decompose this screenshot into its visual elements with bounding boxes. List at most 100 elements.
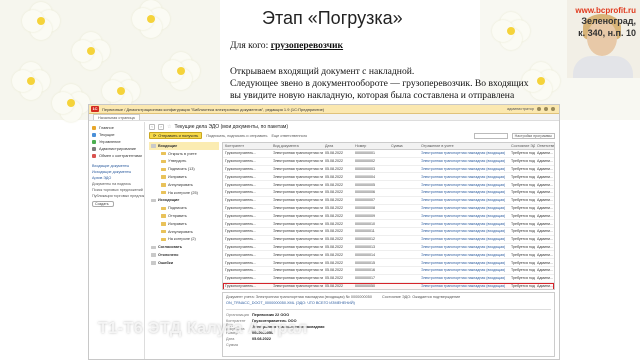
favorite-star-icon[interactable]: ☆ (167, 124, 171, 130)
sidebar-item[interactable]: Текущие (89, 131, 144, 138)
column-header[interactable]: Контрагент (223, 143, 271, 149)
table-cell: 0000000011 (355, 229, 375, 234)
tree-node[interactable]: Исправить (149, 173, 219, 181)
sidebar-item[interactable]: Главное (89, 124, 144, 131)
table-row[interactable]: Грузополучатель... Электронная транспортн… (223, 166, 554, 174)
column-header[interactable]: Номер (353, 143, 389, 149)
settings-button[interactable]: Настройки программы (511, 132, 555, 139)
table-cell: 0000000008 (355, 205, 375, 210)
table-cell: Электронная транспортная накладная (273, 229, 323, 234)
table-header: Контрагент Вид документа Дата Номер Сумма Отр… (223, 143, 554, 150)
document-link[interactable]: Электронная транспортная накладная (вход… (421, 284, 505, 288)
table-cell: Электронная транспортная накладная (вход… (419, 268, 509, 272)
tree-node[interactable]: Исходящие (149, 197, 219, 205)
table-row[interactable]: Грузополучатель... Электронная транспортн… (223, 205, 554, 213)
sign-send-link[interactable]: Подписать, подписать и отправить (206, 134, 267, 138)
sidebar-link[interactable]: Публикация торговых предложений (89, 193, 144, 199)
table-row[interactable]: Грузополучатель... Электронная транспортн… (223, 158, 554, 166)
table-row[interactable]: Грузополучатель... Электронная транспортн… (223, 212, 554, 221)
document-link[interactable]: Электронная транспортная накладная (вход… (421, 261, 505, 265)
column-header[interactable]: Вид документа (271, 143, 323, 149)
current-user[interactable]: администратор (507, 107, 534, 111)
document-link[interactable]: Электронная транспортная накладная (вход… (421, 229, 505, 233)
send-receive-button[interactable]: ⟳ Отправить и получить (149, 132, 203, 139)
table-row[interactable]: Грузополучатель... Электронная транспортн… (223, 173, 554, 182)
close-icon[interactable] (551, 107, 555, 111)
document-link[interactable]: Электронная транспортная накладная (вход… (421, 175, 505, 179)
responsible-link[interactable]: Еще ответственного (271, 134, 307, 138)
document-link[interactable]: Электронная транспортная накладная (вход… (421, 237, 505, 241)
table-cell: 05.08.2022 (325, 198, 343, 203)
tree-node[interactable]: Подписать (149, 204, 219, 212)
column-header[interactable]: Сумма (389, 143, 419, 149)
table-row[interactable]: Грузополучатель... Электронная транспортн… (223, 189, 554, 197)
table-row[interactable]: Грузополучатель... Электронная транспортн… (223, 251, 554, 260)
table-row[interactable]: Грузополучатель... Электронная транспортн… (223, 150, 554, 158)
search-input[interactable] (473, 132, 508, 139)
column-header[interactable]: Состояние ЭДО (509, 143, 535, 149)
sidebar-item-label: Текущие (99, 132, 115, 137)
column-header[interactable]: Дата (323, 143, 353, 149)
column-header[interactable]: Отражение в учете (419, 143, 509, 149)
tree-node[interactable]: Подписать (13) (149, 165, 219, 173)
table-cell: 05.08.2022 (325, 205, 343, 210)
sidebar-item[interactable]: Администрирование (89, 145, 144, 152)
document-link[interactable]: Электронная транспортная накладная (вход… (421, 245, 505, 249)
sidebar-item[interactable]: Обмен с контрагентами (89, 152, 144, 159)
document-link[interactable]: Электронная транспортная накладная (вход… (421, 222, 505, 226)
tree-node[interactable]: Отклонено (149, 251, 219, 259)
document-link[interactable]: Электронная транспортная накладная (вход… (421, 167, 505, 171)
table-cell: Электронная транспортная накладная (вход… (419, 284, 509, 288)
table-row[interactable]: Грузополучатель... Электронная транспортн… (223, 244, 554, 252)
table-row[interactable]: Грузополучатель... Электронная транспортн… (223, 197, 554, 205)
create-button[interactable]: Создать (92, 201, 114, 207)
table-cell: Электронная транспортная накладная (вход… (419, 229, 509, 233)
audience-label: Для кого: (230, 40, 269, 51)
table-cell: 05.08.2022 (325, 159, 343, 164)
tree-node[interactable]: Согласовать (149, 243, 219, 251)
document-link[interactable]: Электронная транспортная накладная (вход… (421, 190, 505, 194)
tree-node[interactable]: Исправить (149, 220, 219, 228)
table-cell: Грузополучатель... (225, 182, 257, 187)
document-link[interactable]: Электронная транспортная накладная (вход… (421, 151, 505, 155)
minimize-icon[interactable] (537, 107, 541, 111)
tree-node[interactable]: Аннулировать (149, 181, 219, 189)
tree-node[interactable]: Отправить (149, 212, 219, 220)
back-icon[interactable]: ‹ (149, 123, 155, 130)
detail-field: Сумма (226, 342, 551, 348)
table-row[interactable]: Грузополучатель... Электронная транспортн… (223, 220, 554, 228)
document-link[interactable]: Электронная транспортная накладная (вход… (421, 268, 505, 272)
tree-node[interactable]: Аннулировать (149, 228, 219, 236)
table-row[interactable]: Грузополучатель... Электронная транспортн… (223, 259, 554, 267)
folder-icon (151, 245, 156, 249)
document-link[interactable]: Электронная транспортная накладная (вход… (421, 198, 505, 202)
maximize-icon[interactable] (544, 107, 548, 111)
tree-node[interactable]: Ошибки (149, 259, 219, 267)
table-row[interactable]: Грузополучатель... Электронная транспортн… (223, 236, 554, 244)
document-link[interactable]: Электронная транспортная накладная (вход… (421, 276, 505, 280)
tab-home[interactable]: Начальная страница (93, 114, 140, 120)
table-cell: Требуется подп... (511, 229, 535, 234)
tree-node[interactable]: Утвердить (149, 158, 219, 166)
table-row[interactable]: Грузополучатель... Электронная транспортн… (223, 228, 554, 236)
document-link[interactable]: Электронная транспортная накладная (вход… (421, 206, 505, 210)
column-header[interactable]: Ответственный (535, 143, 554, 149)
document-link[interactable]: Электронная транспортная накладная (вход… (421, 183, 505, 187)
table-row[interactable]: Грузополучатель... Электронная транспортн… (223, 282, 554, 289)
tree-node[interactable]: Входящие (149, 142, 219, 150)
table-row[interactable]: Грузополучатель... Электронная транспортн… (223, 275, 554, 283)
forward-icon[interactable]: › (158, 123, 164, 130)
sidebar-item[interactable]: Управление (89, 138, 144, 145)
tree-node[interactable]: Открыть в учете (149, 150, 219, 158)
table-row[interactable]: Грузополучатель... Электронная транспортн… (223, 181, 554, 189)
detail-field-value: Перевозчик 22 ООО (252, 313, 290, 317)
document-link[interactable]: Электронная транспортная накладная (вход… (421, 253, 505, 257)
detail-file-link[interactable]: ON_TRNACC_DOOT_0000000050.XML (ЭДО: ЧТО … (226, 301, 551, 307)
tree-node[interactable]: На контроле (25) (149, 189, 219, 197)
document-link[interactable]: Электронная транспортная накладная (вход… (421, 214, 505, 218)
tree-node[interactable]: На контроле (2) (149, 236, 219, 244)
table-cell: Электронная транспортная накладная (вход… (419, 214, 509, 218)
table-cell: Грузополучатель... (225, 159, 257, 164)
document-link[interactable]: Электронная транспортная накладная (вход… (421, 159, 505, 163)
table-row[interactable]: Грузополучатель... Электронная транспортн… (223, 267, 554, 275)
